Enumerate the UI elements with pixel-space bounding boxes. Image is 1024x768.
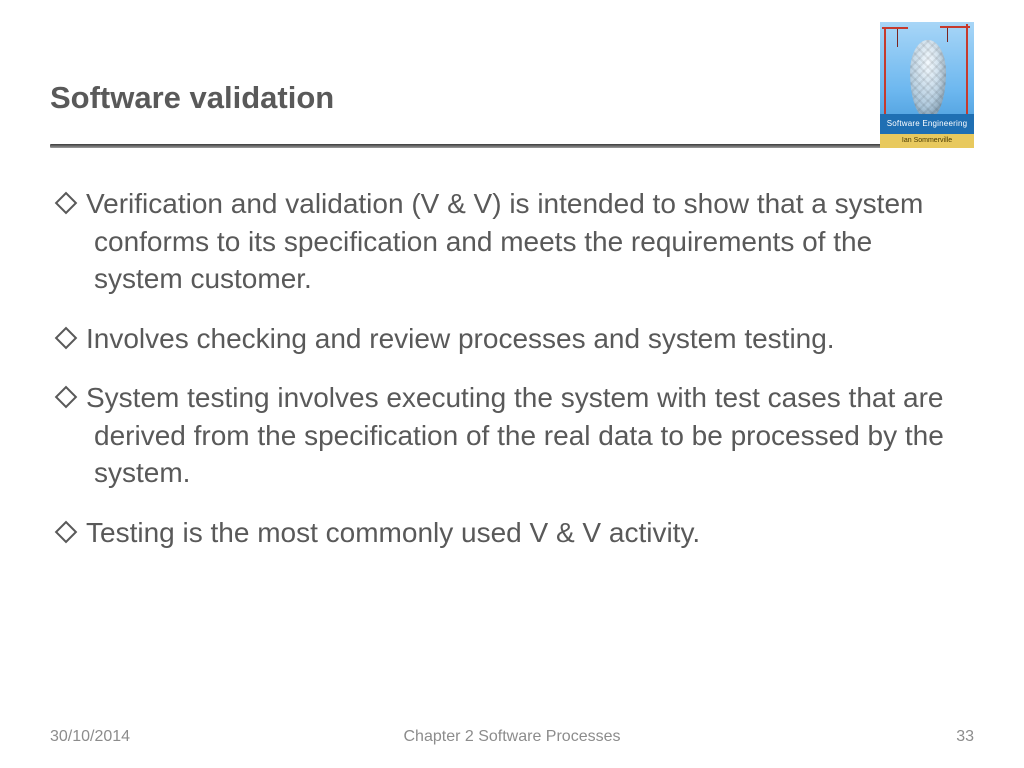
bullet-text: Involves checking and review processes a… bbox=[86, 320, 966, 358]
diamond-bullet-icon bbox=[55, 520, 78, 543]
list-item: Verification and validation (V & V) is i… bbox=[58, 185, 966, 298]
slide-body: Verification and validation (V & V) is i… bbox=[58, 185, 966, 573]
slide-footer: 30/10/2014 Chapter 2 Software Processes … bbox=[0, 728, 1024, 746]
list-item: Involves checking and review processes a… bbox=[58, 320, 966, 358]
list-item: System testing involves executing the sy… bbox=[58, 379, 966, 492]
book-author: Ian Sommerville bbox=[880, 134, 974, 148]
book-title: Software Engineering bbox=[880, 114, 974, 134]
book-cover-image: Software Engineering Ian Sommerville bbox=[880, 22, 974, 148]
footer-chapter: Chapter 2 Software Processes bbox=[0, 728, 1024, 746]
bullet-text: Verification and validation (V & V) is i… bbox=[86, 185, 966, 298]
diamond-bullet-icon bbox=[55, 326, 78, 349]
bullet-text: Testing is the most commonly used V & V … bbox=[86, 514, 966, 552]
bullet-text: System testing involves executing the sy… bbox=[86, 379, 966, 492]
slide-header: Software validation bbox=[0, 0, 1024, 116]
slide: Software validation Software Engineering… bbox=[0, 0, 1024, 768]
title-divider bbox=[50, 144, 974, 148]
diamond-bullet-icon bbox=[55, 192, 78, 215]
list-item: Testing is the most commonly used V & V … bbox=[58, 514, 966, 552]
slide-title: Software validation bbox=[50, 80, 974, 116]
diamond-bullet-icon bbox=[55, 386, 78, 409]
